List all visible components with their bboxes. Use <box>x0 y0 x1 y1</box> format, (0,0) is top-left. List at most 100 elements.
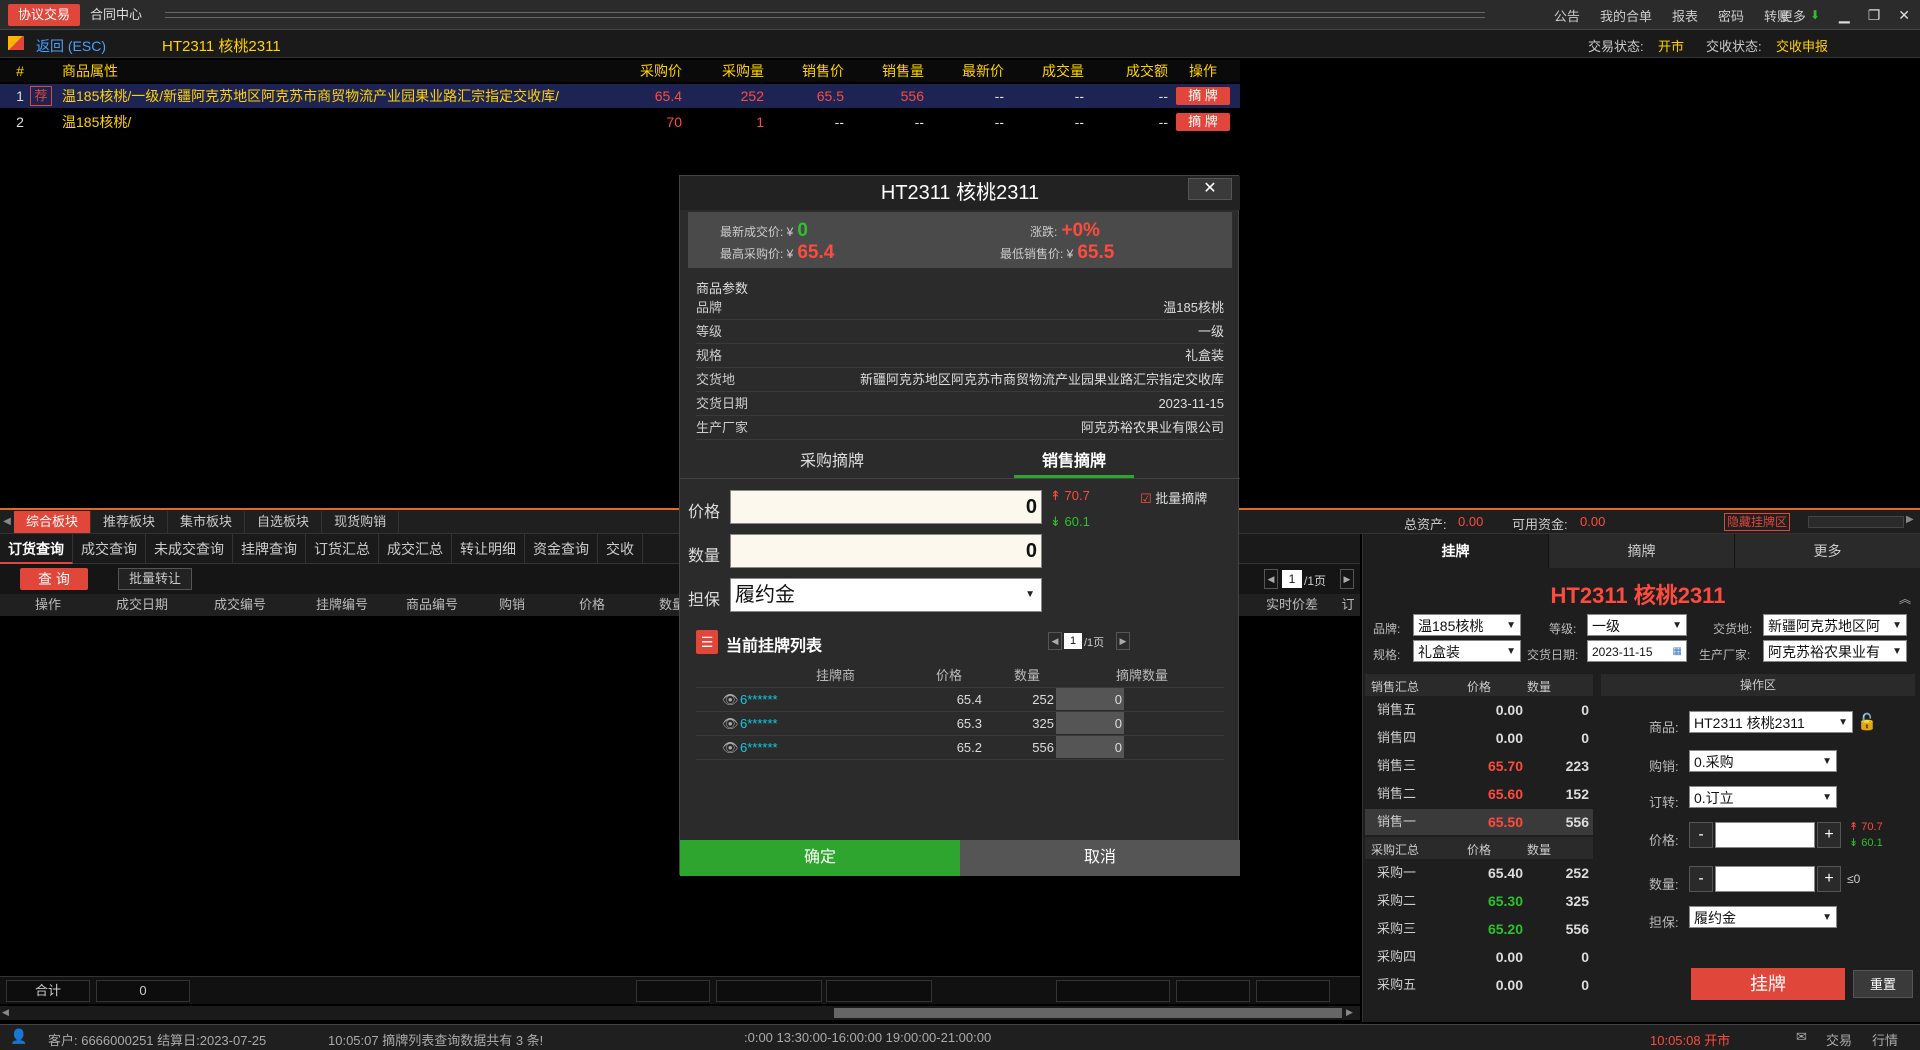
confirm-button[interactable]: 确定 <box>680 840 960 876</box>
guarantee-select[interactable]: 履约金 ▼ <box>1689 906 1837 928</box>
grade-select[interactable]: 一级 ▼ <box>1587 614 1687 636</box>
col-buy-qty[interactable]: 采购量 <box>684 60 764 82</box>
tab-protocol-trade[interactable]: 协议交易 <box>8 3 81 26</box>
qty-minus-button[interactable]: - <box>1689 866 1713 892</box>
sell-level-3[interactable]: 销售三 65.70 223 <box>1365 753 1593 779</box>
tab-sell-delist[interactable]: 销售摘牌 <box>1014 446 1134 478</box>
board-tab-market[interactable]: 集市板块 <box>168 510 246 533</box>
tab-transfer-detail[interactable]: 转让明细 <box>452 533 525 564</box>
goods-select[interactable]: HT2311 核桃2311 ▼ <box>1689 711 1853 733</box>
tab-order-summary[interactable]: 订货汇总 <box>306 533 379 564</box>
prev-page-icon[interactable]: ◀ <box>1264 569 1278 589</box>
col-listing-no[interactable]: 挂牌编号 <box>310 594 374 616</box>
maker-select[interactable]: 阿克苏裕农果业有 ▼ <box>1763 640 1907 662</box>
scroll-left-icon[interactable]: ◀ <box>2 1007 9 1018</box>
tab-buy-delist[interactable]: 采购摘牌 <box>772 446 892 478</box>
tab-pending-query[interactable]: 未成交查询 <box>146 533 233 564</box>
col-direction[interactable]: 购销 <box>490 594 534 616</box>
eye-icon[interactable]: 👁 <box>722 736 739 760</box>
sell-level-2[interactable]: 销售二 65.60 152 <box>1365 781 1593 807</box>
table-row[interactable]: 👁 6****** 65.2 556 0 <box>696 736 1224 760</box>
col-deal-no[interactable]: 成交编号 <box>208 594 272 616</box>
sell-level-5[interactable]: 销售五 0.00 0 <box>1365 697 1593 723</box>
buy-level-3[interactable]: 采购三 65.20 556 <box>1365 916 1593 942</box>
page-input[interactable]: 1 <box>1064 633 1082 649</box>
tab-delivery[interactable]: 交收 <box>598 533 643 564</box>
table-row[interactable]: 1 荐 温185核桃/一级/新疆阿克苏地区阿克苏市商贸物流产业园果业路汇宗指定交… <box>0 84 1240 108</box>
scroll-right-icon[interactable]: ▶ <box>1346 1007 1353 1018</box>
price-input[interactable] <box>1715 822 1815 848</box>
menu-password[interactable]: 密码 <box>1718 6 1744 25</box>
restore-icon[interactable]: ❐ <box>1868 7 1881 24</box>
table-row[interactable]: 👁 6****** 65.4 252 0 <box>696 688 1224 712</box>
board-tab-all[interactable]: 综合板块 <box>14 510 92 533</box>
query-button[interactable]: 查 询 <box>20 568 88 590</box>
next-page-icon[interactable]: ▶ <box>1116 632 1130 650</box>
page-input[interactable]: 1 <box>1282 570 1302 588</box>
menu-report[interactable]: 报表 <box>1672 6 1698 25</box>
qty-input[interactable]: 0 <box>730 534 1042 568</box>
qty-plus-button[interactable]: + <box>1817 866 1841 892</box>
col-deal-date[interactable]: 成交日期 <box>110 594 174 616</box>
col-spread[interactable]: 实时价差 <box>1260 594 1324 616</box>
spec-select[interactable]: 礼盒装 ▼ <box>1413 640 1521 662</box>
scroll-thumb[interactable] <box>834 1008 1342 1018</box>
prev-page-icon[interactable]: ◀ <box>1048 632 1062 650</box>
eye-icon[interactable]: 👁 <box>722 712 739 736</box>
table-row[interactable]: 2 温185核桃/ 70 1 -- -- -- -- -- 摘 牌 <box>0 110 1240 134</box>
submit-listing-button[interactable]: 挂牌 <box>1691 968 1845 1000</box>
table-row[interactable]: 👁 6****** 65.3 325 0 <box>696 712 1224 736</box>
mail-icon[interactable]: ✉ <box>1796 1029 1807 1045</box>
trade-link[interactable]: 交易 <box>1826 1030 1852 1049</box>
price-input[interactable]: 0 <box>730 490 1042 524</box>
back-button[interactable]: 返回 (ESC) <box>36 36 106 56</box>
sell-level-1[interactable]: 销售一 65.50 556 <box>1365 809 1593 835</box>
delist-qty-input[interactable]: 0 <box>1056 712 1124 734</box>
tab-deal-query[interactable]: 成交查询 <box>73 533 146 564</box>
right-tab-listing[interactable]: 挂牌 <box>1363 534 1549 568</box>
col-latest[interactable]: 最新价 <box>924 60 1004 82</box>
tab-deal-summary[interactable]: 成交汇总 <box>379 533 452 564</box>
next-page-icon[interactable]: ▶ <box>1340 569 1354 589</box>
sell-level-4[interactable]: 销售四 0.00 0 <box>1365 725 1593 751</box>
batch-delist-checkbox[interactable]: ☑ 批量摘牌 <box>1140 488 1207 507</box>
col-goods-no[interactable]: 商品编号 <box>400 594 464 616</box>
col-sell-price[interactable]: 销售价 <box>764 60 844 82</box>
quote-link[interactable]: 行情 <box>1872 1030 1898 1049</box>
col-more[interactable]: 订 <box>1338 594 1358 616</box>
delist-qty-input[interactable]: 0 <box>1056 736 1124 758</box>
collapse-icon[interactable]: ︽ <box>1899 590 1911 607</box>
board-tab-spot[interactable]: 现货购销 <box>322 510 400 533</box>
eye-icon[interactable]: 👁 <box>722 688 739 712</box>
guarantee-select[interactable]: 履约金 ▼ <box>730 578 1042 612</box>
scroll-right-icon[interactable]: ▶ <box>1906 514 1914 525</box>
right-tab-delisting[interactable]: 摘牌 <box>1549 534 1735 568</box>
qty-input[interactable] <box>1715 866 1815 892</box>
price-plus-button[interactable]: + <box>1817 822 1841 848</box>
date-input[interactable]: 2023-11-15 ▦ <box>1587 640 1687 662</box>
board-tab-recommend[interactable]: 推荐板块 <box>91 510 169 533</box>
buy-level-2[interactable]: 采购二 65.30 325 <box>1365 888 1593 914</box>
transfer-select[interactable]: 0.订立 ▼ <box>1689 786 1837 808</box>
brand-select[interactable]: 温185核桃 ▼ <box>1413 614 1521 636</box>
delist-qty-input[interactable]: 0 <box>1056 688 1124 710</box>
col-volume[interactable]: 成交量 <box>1004 60 1084 82</box>
col-price[interactable]: 价格 <box>570 594 614 616</box>
col-amount[interactable]: 成交额 <box>1084 60 1168 82</box>
horizontal-scrollbar[interactable]: ◀ ▶ <box>0 1006 1360 1020</box>
scroll-left-icon[interactable]: ◀ <box>0 516 14 527</box>
col-buy-price[interactable]: 采购价 <box>600 60 682 82</box>
col-sell-qty[interactable]: 销售量 <box>844 60 924 82</box>
delist-button[interactable]: 摘 牌 <box>1176 113 1230 131</box>
tab-contract-center[interactable]: 合同中心 <box>80 4 152 26</box>
reset-button[interactable]: 重置 <box>1853 970 1913 998</box>
minimize-icon[interactable]: ▁ <box>1839 7 1850 24</box>
tab-fund-query[interactable]: 资金查询 <box>525 533 598 564</box>
buy-level-1[interactable]: 采购一 65.40 252 <box>1365 860 1593 886</box>
menu-more[interactable]: 更多 ⬇ <box>1780 0 1820 30</box>
calendar-icon[interactable]: ▦ <box>1673 641 1682 661</box>
menu-my-orders[interactable]: 我的合单 <box>1600 6 1652 25</box>
delist-button[interactable]: 摘 牌 <box>1176 87 1230 105</box>
buy-level-5[interactable]: 采购五 0.00 0 <box>1365 972 1593 998</box>
buy-level-4[interactable]: 采购四 0.00 0 <box>1365 944 1593 970</box>
